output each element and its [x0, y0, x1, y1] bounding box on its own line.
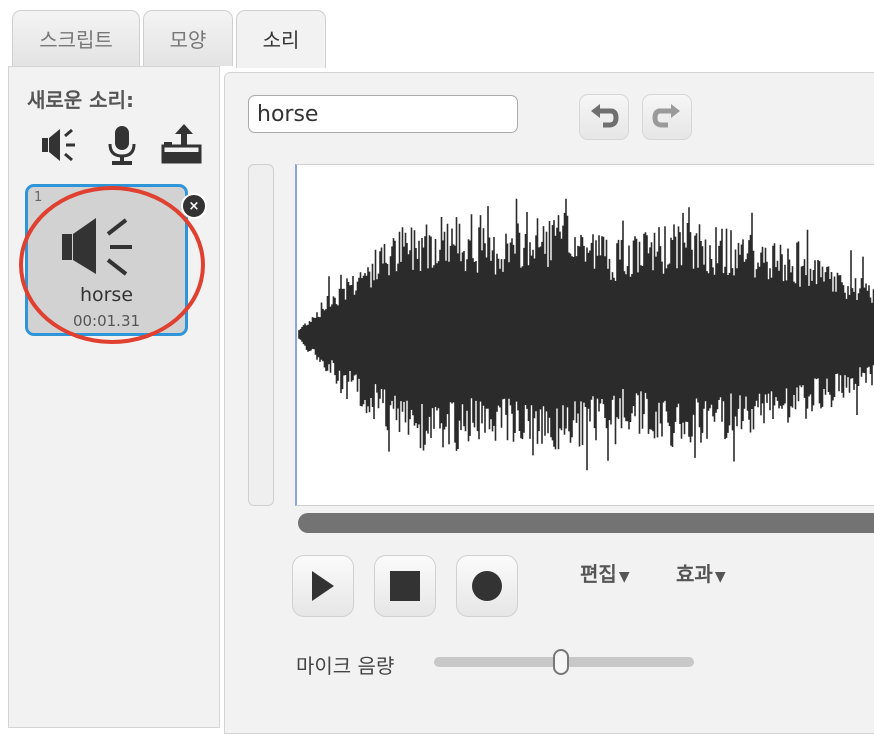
- sound-item-name: horse: [79, 284, 134, 306]
- tab-costumes-label: 모양: [169, 28, 207, 52]
- horizontal-scrollbar[interactable]: [298, 513, 874, 533]
- sound-item-duration: 00:01.31: [72, 312, 141, 330]
- record-icon: [472, 571, 502, 601]
- new-sound-label: 새로운 소리:: [27, 88, 134, 112]
- speaker-library-icon[interactable]: [40, 122, 86, 168]
- waveform-area[interactable]: [295, 164, 874, 506]
- edit-menu[interactable]: 편집 ▼: [580, 558, 630, 587]
- play-button[interactable]: [292, 555, 354, 617]
- mic-volume-slider-thumb[interactable]: [553, 649, 570, 675]
- edit-menu-label: 편집: [580, 562, 617, 586]
- delete-sound-button[interactable]: ×: [181, 193, 207, 219]
- tab-scripts[interactable]: 스크립트: [12, 10, 140, 66]
- tab-scripts-label: 스크립트: [39, 28, 113, 52]
- redo-button[interactable]: [642, 94, 692, 140]
- tab-costumes[interactable]: 모양: [143, 10, 233, 66]
- play-icon: [312, 571, 334, 601]
- waveform: [298, 198, 874, 471]
- sound-item-number: 1: [34, 190, 43, 205]
- speaker-icon: [58, 214, 138, 282]
- close-icon: ×: [188, 198, 200, 214]
- stop-icon: [390, 571, 420, 601]
- effects-menu-label: 효과: [676, 562, 713, 586]
- undo-button[interactable]: [579, 94, 629, 140]
- sound-name-input[interactable]: [248, 95, 518, 133]
- record-button[interactable]: [456, 555, 518, 617]
- vertical-scrollbar[interactable]: [248, 164, 274, 506]
- waveform-path: [298, 198, 874, 471]
- redo-icon: [652, 104, 680, 128]
- chevron-down-icon: ▼: [618, 569, 630, 585]
- upload-icon[interactable]: [160, 122, 206, 168]
- stop-button[interactable]: [374, 555, 436, 617]
- effects-menu[interactable]: 효과 ▼: [676, 558, 726, 587]
- tab-sounds[interactable]: 소리: [236, 10, 326, 68]
- mic-volume-label: 마이크 음량: [296, 654, 395, 678]
- tab-sounds-label: 소리: [262, 28, 300, 52]
- undo-icon: [591, 104, 619, 128]
- microphone-icon[interactable]: [100, 122, 146, 168]
- chevron-down-icon: ▼: [714, 569, 726, 585]
